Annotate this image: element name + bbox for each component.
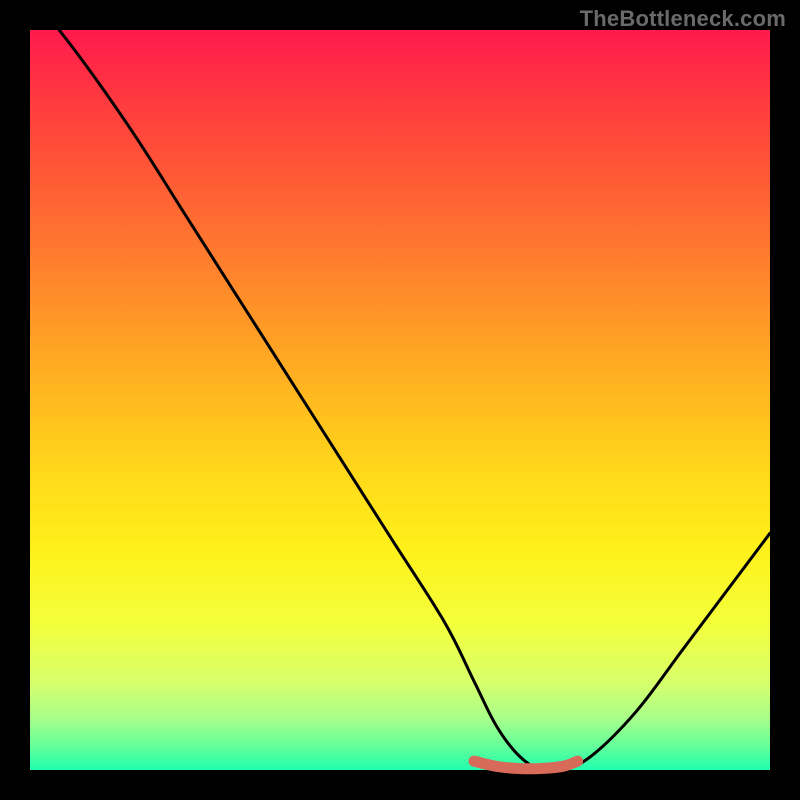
watermark-text: TheBottleneck.com bbox=[580, 6, 786, 32]
plot-area bbox=[30, 30, 770, 770]
curve-layer bbox=[30, 30, 770, 770]
bottleneck-curve bbox=[30, 0, 770, 772]
chart-frame: TheBottleneck.com bbox=[0, 0, 800, 800]
